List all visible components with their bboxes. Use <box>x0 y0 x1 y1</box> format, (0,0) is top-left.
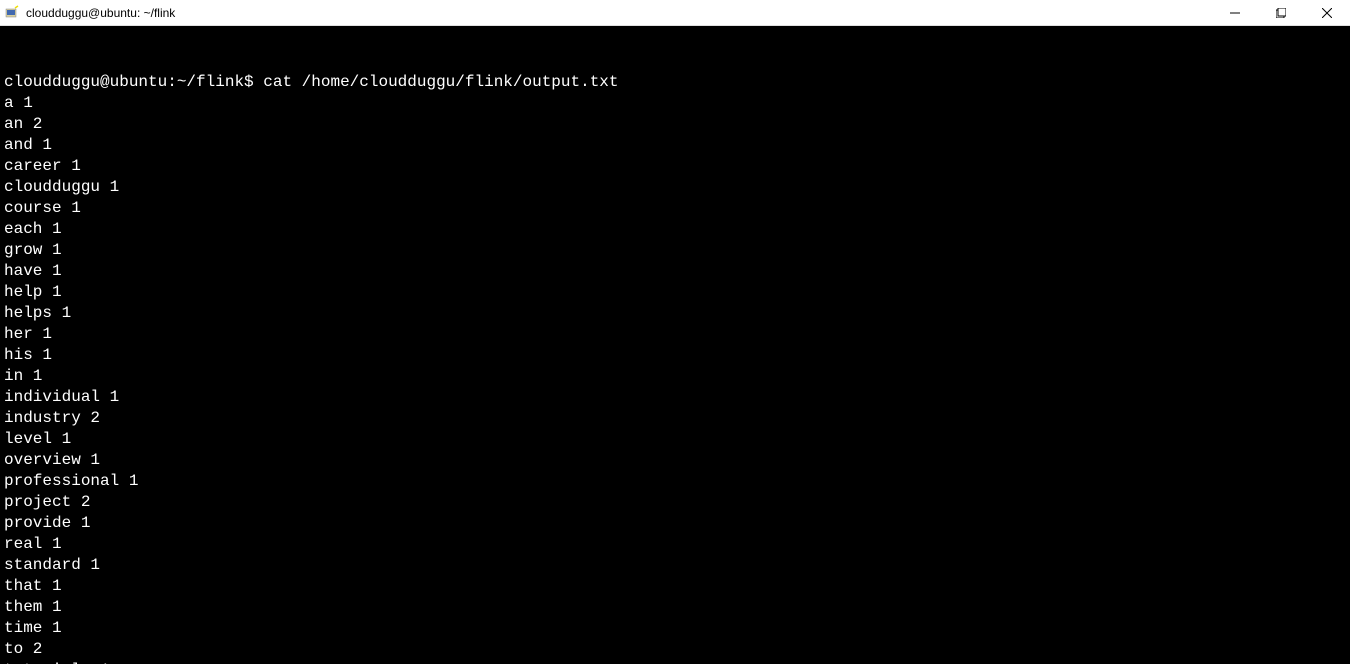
putty-icon <box>4 5 20 21</box>
window-title: cloudduggu@ubuntu: ~/flink <box>26 6 175 20</box>
window-titlebar: cloudduggu@ubuntu: ~/flink <box>0 0 1350 26</box>
output-line: help 1 <box>4 282 1346 303</box>
output-line: course 1 <box>4 198 1346 219</box>
output-line: standard 1 <box>4 555 1346 576</box>
output-line: grow 1 <box>4 240 1346 261</box>
output-line: individual 1 <box>4 387 1346 408</box>
output-line: to 2 <box>4 639 1346 660</box>
output-line: cloudduggu 1 <box>4 177 1346 198</box>
output-line: provide 1 <box>4 513 1346 534</box>
output-line: career 1 <box>4 156 1346 177</box>
prompt-line: cloudduggu@ubuntu:~/flink$ cat /home/clo… <box>4 72 1346 93</box>
output-line: level 1 <box>4 429 1346 450</box>
titlebar-left: cloudduggu@ubuntu: ~/flink <box>0 5 175 21</box>
output-line: project 2 <box>4 492 1346 513</box>
output-line: a 1 <box>4 93 1346 114</box>
terminal-output: a 1an 2and 1career 1cloudduggu 1course 1… <box>4 93 1346 664</box>
output-line: real 1 <box>4 534 1346 555</box>
output-line: and 1 <box>4 135 1346 156</box>
output-line: that 1 <box>4 576 1346 597</box>
output-line: her 1 <box>4 324 1346 345</box>
close-button[interactable] <box>1304 0 1350 26</box>
shell-command: cat /home/cloudduggu/flink/output.txt <box>263 73 618 91</box>
output-line: tutorials 1 <box>4 660 1346 664</box>
minimize-button[interactable] <box>1212 0 1258 26</box>
output-line: an 2 <box>4 114 1346 135</box>
output-line: his 1 <box>4 345 1346 366</box>
output-line: them 1 <box>4 597 1346 618</box>
terminal-area[interactable]: cloudduggu@ubuntu:~/flink$ cat /home/clo… <box>0 26 1350 664</box>
output-line: professional 1 <box>4 471 1346 492</box>
maximize-button[interactable] <box>1258 0 1304 26</box>
output-line: helps 1 <box>4 303 1346 324</box>
output-line: have 1 <box>4 261 1346 282</box>
output-line: overview 1 <box>4 450 1346 471</box>
output-line: in 1 <box>4 366 1346 387</box>
output-line: industry 2 <box>4 408 1346 429</box>
shell-prompt: cloudduggu@ubuntu:~/flink$ <box>4 73 254 91</box>
output-line: each 1 <box>4 219 1346 240</box>
window-controls <box>1212 0 1350 25</box>
output-line: time 1 <box>4 618 1346 639</box>
